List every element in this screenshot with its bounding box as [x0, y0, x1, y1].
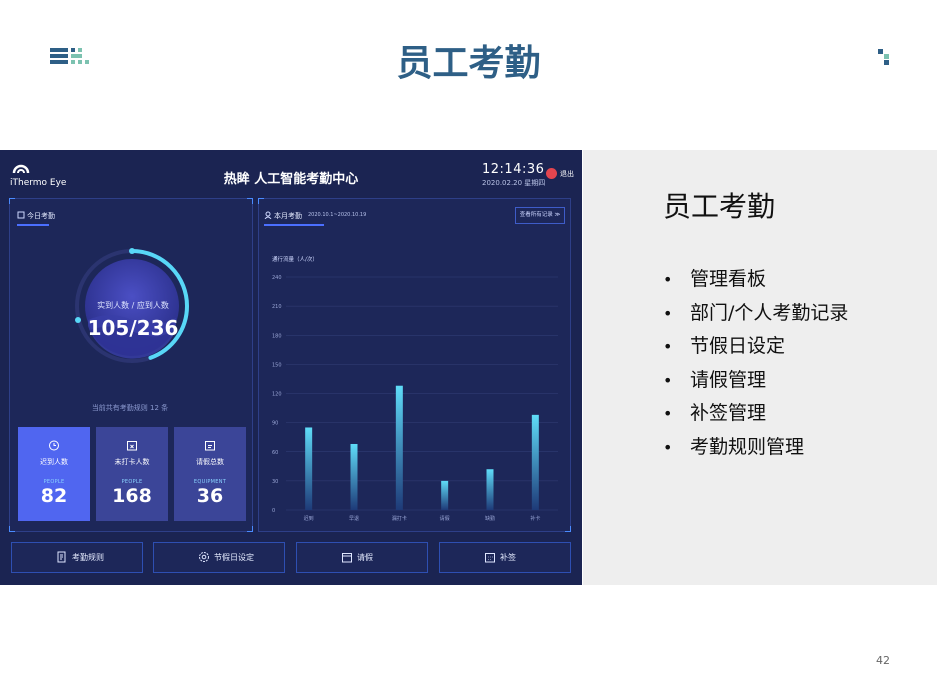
- chart-ylabel: 通行流量（人/次）: [272, 255, 318, 263]
- feature-list-item: 请假管理: [663, 364, 848, 398]
- tab-active-underline: [17, 224, 49, 226]
- y-tick-label: 60: [272, 450, 278, 456]
- feature-list-item: 部门/个人考勤记录: [663, 297, 848, 331]
- header-decoration-right: [878, 49, 890, 65]
- stat-card-leave-total[interactable]: 请假总数 EQUIPMENT 36: [174, 427, 246, 521]
- x-tick-label: 早退: [349, 515, 359, 522]
- panel-corner: [9, 198, 15, 204]
- slide-title: 员工考勤: [396, 43, 541, 84]
- tab-month-attendance[interactable]: 本月考勤: [274, 211, 302, 221]
- panel-corner: [258, 198, 264, 204]
- y-tick-label: 150: [272, 362, 282, 368]
- chart-x-labels: 迟到 早退 漏打卡 请假 缺勤 补卡: [304, 515, 541, 522]
- nav-attendance-rules-button[interactable]: 考勤规则: [11, 542, 143, 573]
- chart-grid: 0 30 60 90 120 150 180 210 240: [272, 275, 558, 514]
- chart-bar: [486, 469, 494, 510]
- ring-label: 实到人数 / 应到人数: [97, 301, 169, 310]
- attendance-dashboard: iThermo Eye 热眸 人工智能考勤中心 12:14:36 2020.02…: [0, 150, 582, 585]
- logout-button[interactable]: 退出: [560, 169, 574, 179]
- stat-label: 请假总数: [196, 458, 224, 466]
- feature-list-item: 管理看板: [663, 263, 848, 297]
- tab-active-underline: [264, 224, 324, 226]
- stat-card-late[interactable]: 迟到人数 PEOPLE 82: [18, 427, 90, 521]
- panel-corner: [9, 526, 15, 532]
- nav-make-up-sign-button[interactable]: 补签: [439, 542, 571, 573]
- clock-time: 12:14:36: [482, 162, 545, 177]
- today-tab-icon: [17, 211, 25, 219]
- x-tick-label: 缺勤: [485, 515, 495, 522]
- calendar-leave-icon: [342, 553, 352, 563]
- tab-today-attendance[interactable]: 今日考勤: [27, 211, 55, 221]
- x-tick-label: 漏打卡: [392, 515, 407, 522]
- ring-value: 105/236: [87, 316, 179, 340]
- date-range: 2020.10.1~2020.10.19: [308, 212, 367, 218]
- stat-label: 迟到人数: [40, 458, 68, 466]
- chart-bar: [441, 480, 449, 510]
- right-panel-title: 员工考勤: [663, 190, 776, 223]
- chart-bar: [531, 414, 539, 510]
- y-tick-label: 240: [272, 275, 282, 281]
- x-tick-label: 迟到: [304, 515, 314, 522]
- y-tick-label: 120: [272, 392, 282, 398]
- feature-list: 管理看板 部门/个人考勤记录 节假日设定 请假管理 补签管理 考勤规则管理: [663, 263, 848, 465]
- calendar-edit-icon: [205, 441, 215, 451]
- header-decoration-left: [50, 48, 92, 66]
- stat-value: 36: [196, 485, 224, 507]
- y-tick-label: 90: [272, 421, 278, 427]
- y-tick-label: 210: [272, 304, 282, 310]
- view-all-records-button[interactable]: 查看所有记录 ≫: [515, 207, 565, 224]
- y-tick-label: 30: [272, 479, 278, 485]
- stat-card-missed-punch[interactable]: 未打卡人数 PEOPLE 168: [96, 427, 168, 521]
- tab-label: 本月考勤: [274, 212, 302, 220]
- tab-label: 今日考勤: [27, 212, 55, 220]
- rule-count-text: 当前共有考勤规则 12 条: [91, 404, 169, 412]
- calendar-grid-icon: [485, 553, 495, 563]
- x-tick-label: 请假: [440, 515, 450, 522]
- chart-bar: [395, 385, 403, 510]
- panel-corner: [247, 198, 253, 204]
- chart-bar: [350, 443, 358, 510]
- right-info-panel: 员工考勤 管理看板 部门/个人考勤记录 节假日设定 请假管理 补签管理 考勤规则…: [583, 150, 937, 585]
- stat-value: 168: [112, 485, 152, 507]
- stat-value: 82: [40, 485, 68, 507]
- logout-icon[interactable]: [546, 168, 557, 179]
- gear-icon: [199, 552, 209, 562]
- feature-list-item: 补签管理: [663, 397, 848, 431]
- panel-corner: [565, 526, 571, 532]
- calendar-x-icon: [127, 441, 137, 451]
- nav-holiday-settings-button[interactable]: 节假日设定: [153, 542, 285, 573]
- y-tick-label: 180: [272, 333, 282, 339]
- nav-label: 考勤规则: [72, 553, 104, 562]
- feature-list-item: 考勤规则管理: [663, 431, 848, 465]
- month-tab-icon: [264, 211, 272, 219]
- panel-corner: [247, 526, 253, 532]
- feature-list-item: 节假日设定: [663, 330, 848, 364]
- attendance-bar-chart: 通行流量（人/次） 0 30 60 90 120 150 180 210 240 迟到 早退 漏打卡…: [272, 255, 558, 522]
- alarm-clock-icon: [49, 440, 59, 451]
- nav-label: 请假: [357, 553, 373, 562]
- nav-label: 补签: [500, 553, 516, 562]
- rule-document-icon: [57, 551, 66, 563]
- nav-leave-button[interactable]: 请假: [296, 542, 428, 573]
- chart-bars: [305, 385, 539, 510]
- clock-date: 2020.02.20 星期四: [482, 179, 546, 187]
- nav-label: 节假日设定: [214, 553, 254, 562]
- x-tick-label: 补卡: [530, 515, 540, 522]
- stat-label: 未打卡人数: [114, 458, 150, 466]
- chart-bar: [305, 427, 313, 510]
- y-tick-label: 0: [272, 508, 275, 514]
- page-number: 42: [876, 654, 890, 667]
